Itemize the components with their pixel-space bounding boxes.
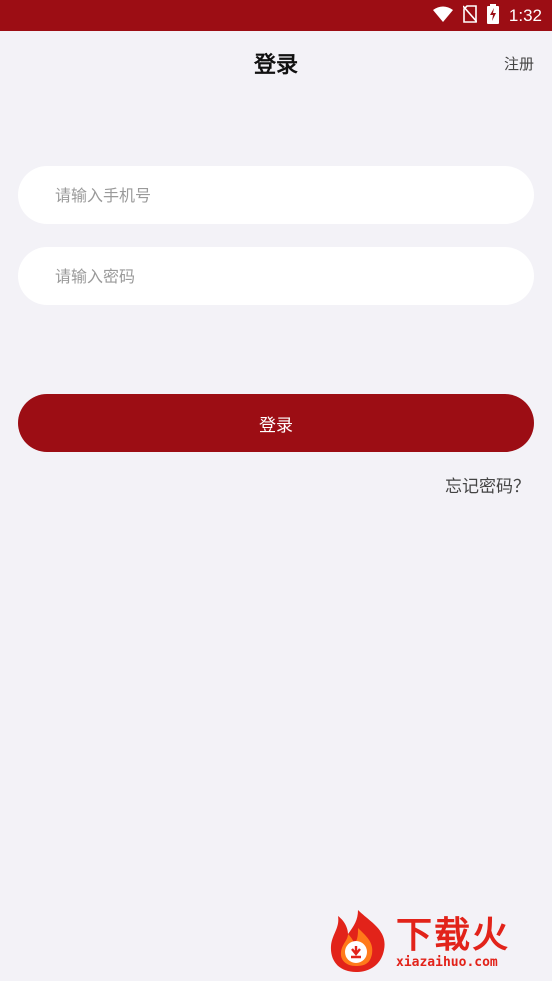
password-field[interactable] <box>18 247 534 305</box>
watermark-url: xiazaihuo.com <box>396 954 498 970</box>
page-title: 登录 <box>253 53 298 78</box>
watermark: 下载火 xiazaihuo.com <box>326 908 550 978</box>
status-time: 1:32 <box>508 5 542 25</box>
register-link[interactable]: 注册 <box>504 53 534 74</box>
battery-charging-icon <box>486 3 499 28</box>
watermark-title: 下载火 <box>396 914 511 956</box>
header: 登录 注册 <box>0 31 552 93</box>
status-icons: 1:32 <box>432 0 542 31</box>
phone-field[interactable] <box>18 166 534 224</box>
phone-input[interactable] <box>18 166 534 224</box>
watermark-text: 下载火 xiazaihuo.com <box>396 914 511 970</box>
forgot-password-link[interactable]: 忘记密码？ <box>445 472 530 497</box>
login-button[interactable]: 登录 <box>18 394 534 452</box>
wifi-icon <box>432 6 453 26</box>
status-bar: 1:32 <box>0 0 552 31</box>
flame-logo-icon <box>326 908 390 978</box>
password-input[interactable] <box>18 247 534 305</box>
no-sim-icon <box>462 4 478 27</box>
